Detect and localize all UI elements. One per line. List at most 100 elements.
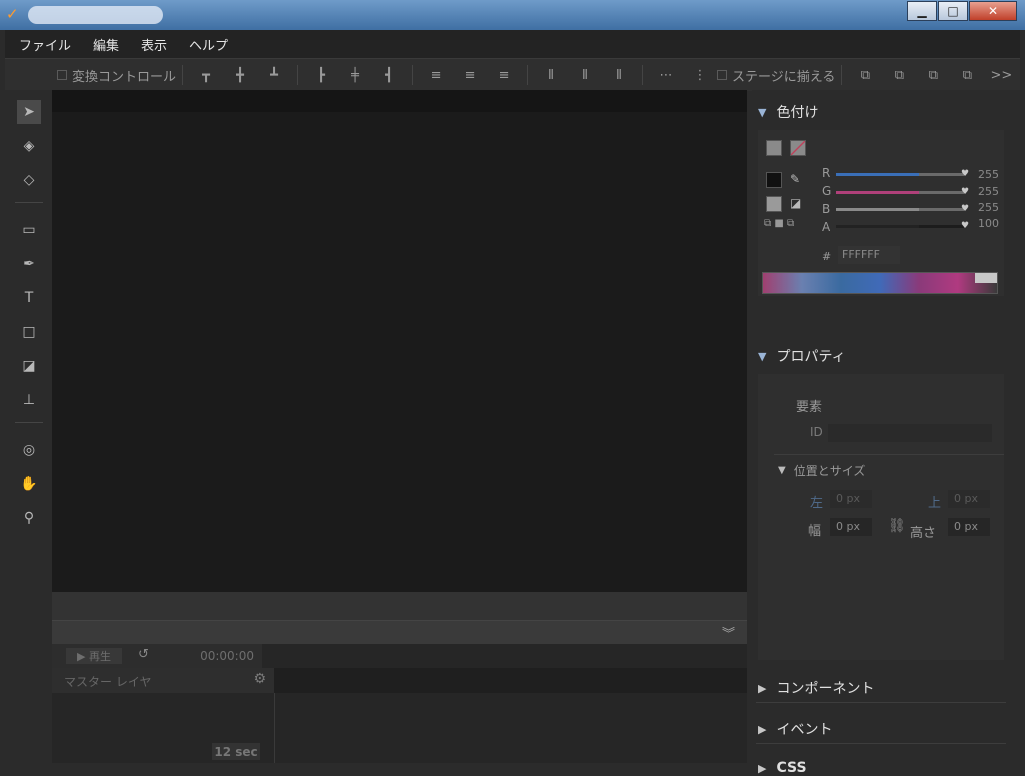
toolbar-overflow-icon[interactable]: >> [990,64,1012,86]
height-unit: px [964,520,979,533]
checkbox-box[interactable] [717,70,728,80]
distribute-center-icon[interactable]: ⫴ [574,64,596,86]
left-value: 0 [836,492,843,505]
red-slider[interactable]: ♥ [836,169,969,179]
menu-view[interactable]: 表示 [141,35,167,54]
3d-translate-tool-icon[interactable]: ◇ [17,168,41,192]
link-icon[interactable]: ⛓ [888,518,906,534]
window-title-blurred [28,6,163,24]
master-layer-row[interactable]: マスター レイヤ ⚙ [52,668,274,693]
height-value: 0 [954,520,961,533]
color-spectrum[interactable] [762,272,998,294]
timeline-track[interactable] [274,668,747,693]
top-input[interactable]: 0 px [948,490,990,508]
text-tool-icon[interactable]: T [17,286,41,310]
minimize-button[interactable]: ▁ [907,1,937,21]
stroke-color-swatch[interactable] [766,172,782,188]
blue-slider[interactable]: ♥ [836,204,969,214]
fill-color-swatch[interactable] [766,196,782,212]
paint-bucket-icon[interactable]: ◪ [790,196,801,210]
align-top-icon[interactable]: ┳ [195,64,217,86]
collapsed-triangle-icon: ▶ [758,681,767,695]
slider-thumb-icon[interactable]: ♥ [961,204,970,214]
slider-thumb-icon[interactable]: ♥ [961,169,970,179]
loop-icon[interactable]: ↺ [138,647,149,662]
send-backward-icon[interactable]: ⧉ [888,64,910,86]
fill-swatch[interactable] [766,140,782,156]
white-swatch[interactable] [975,273,997,283]
blue-label: B [822,202,831,216]
stage-scrollbar[interactable] [52,592,747,620]
checkbox-box[interactable] [57,70,67,80]
menu-help[interactable]: ヘルプ [189,35,228,54]
position-size-header[interactable]: ▼ 位置とサイズ [778,462,865,479]
coloring-section-header[interactable]: ▼ 色付け [758,102,818,122]
timeline-splitter[interactable]: ︾ [52,620,747,645]
green-value[interactable]: 255 [978,185,999,198]
alpha-value[interactable]: 100 [978,217,999,230]
stage-canvas[interactable] [52,90,747,592]
timeline-divider [274,693,275,763]
stroke-pencil-icon[interactable]: ✎ [790,172,800,186]
play-label: 再生 [88,650,111,663]
distribute-middle-icon[interactable]: ≡ [459,64,481,86]
distribute-bottom-icon[interactable]: ≡ [493,64,515,86]
bring-forward-icon[interactable]: ⧉ [854,64,876,86]
swap-colors-icon[interactable]: ⧉ ■ ⧉ [764,218,794,229]
green-slider-fill [836,191,920,194]
bring-to-front-icon[interactable]: ⧉ [922,64,944,86]
height-input[interactable]: 0 px [948,518,990,536]
components-section-header[interactable]: ▶ コンポーネント [758,678,874,698]
hex-input[interactable]: FFFFFF [838,246,900,264]
alpha-slider[interactable]: ♥ [836,221,969,231]
blue-value[interactable]: 255 [978,201,999,214]
menu-edit[interactable]: 編集 [93,35,119,54]
left-input[interactable]: 0 px [830,490,872,508]
gear-icon[interactable]: ⚙ [253,671,266,687]
toolbar-divider [642,65,644,85]
align-horizontal-center-icon[interactable]: ╪ [344,64,366,86]
hand-tool-icon[interactable]: ✋ [17,472,41,496]
menu-file[interactable]: ファイル [19,35,71,54]
rectangle-tool-icon[interactable]: □ [17,320,41,344]
slider-thumb-icon[interactable]: ♥ [961,221,970,231]
stage-area[interactable] [52,112,747,592]
align-left-icon[interactable]: ┣ [310,64,332,86]
collapse-chevron-icon[interactable]: ︾ [722,623,735,642]
red-slider-fill [836,173,920,176]
align-to-stage-checkbox[interactable]: ステージに揃える [717,66,835,85]
space-horizontal-icon[interactable]: ⋯ [655,64,677,86]
send-to-back-icon[interactable]: ⧉ [956,64,978,86]
css-section-header[interactable]: ▶ CSS [758,760,807,776]
width-input[interactable]: 0 px [830,518,872,536]
align-right-icon[interactable]: ┫ [378,64,400,86]
align-vertical-center-icon[interactable]: ╋ [229,64,251,86]
fill-bucket-tool-icon[interactable]: ◪ [17,354,41,378]
align-bottom-icon[interactable]: ┻ [263,64,285,86]
properties-section-header[interactable]: ▼ プロパティ [758,346,846,366]
camera-tool-icon[interactable]: ◎ [17,438,41,462]
window-controls: ▁ □ ✕ [906,1,1017,21]
id-input[interactable] [828,424,992,442]
green-slider[interactable]: ♥ [836,187,969,197]
red-value[interactable]: 255 [978,168,999,181]
close-button[interactable]: ✕ [969,1,1017,21]
3d-rotate-tool-icon[interactable]: ◈ [17,134,41,158]
play-button[interactable]: ▶ 再生 [66,648,122,664]
slider-thumb-icon[interactable]: ♥ [961,187,970,197]
menu-bar: ファイル 編集 表示 ヘルプ [5,30,1020,58]
tag-tool-icon[interactable]: ▭ [17,218,41,242]
distribute-top-icon[interactable]: ≡ [425,64,447,86]
select-tool-icon[interactable]: ➤ [17,100,41,124]
space-vertical-icon[interactable]: ⋮ [689,64,711,86]
events-section-header[interactable]: ▶ イベント [758,719,832,739]
pen-tool-icon[interactable]: ✒ [17,252,41,276]
distribute-right-icon[interactable]: ⫴ [608,64,630,86]
stamp-tool-icon[interactable]: ⊥ [17,388,41,412]
maximize-button[interactable]: □ [938,1,968,21]
zoom-tool-icon[interactable]: ⚲ [17,506,41,530]
no-color-swatch[interactable] [790,140,806,156]
distribute-left-icon[interactable]: ⫴ [540,64,562,86]
transform-control-checkbox[interactable]: 変換コントロール [57,66,176,85]
window-titlebar: ✓ ▁ □ ✕ [0,0,1025,30]
